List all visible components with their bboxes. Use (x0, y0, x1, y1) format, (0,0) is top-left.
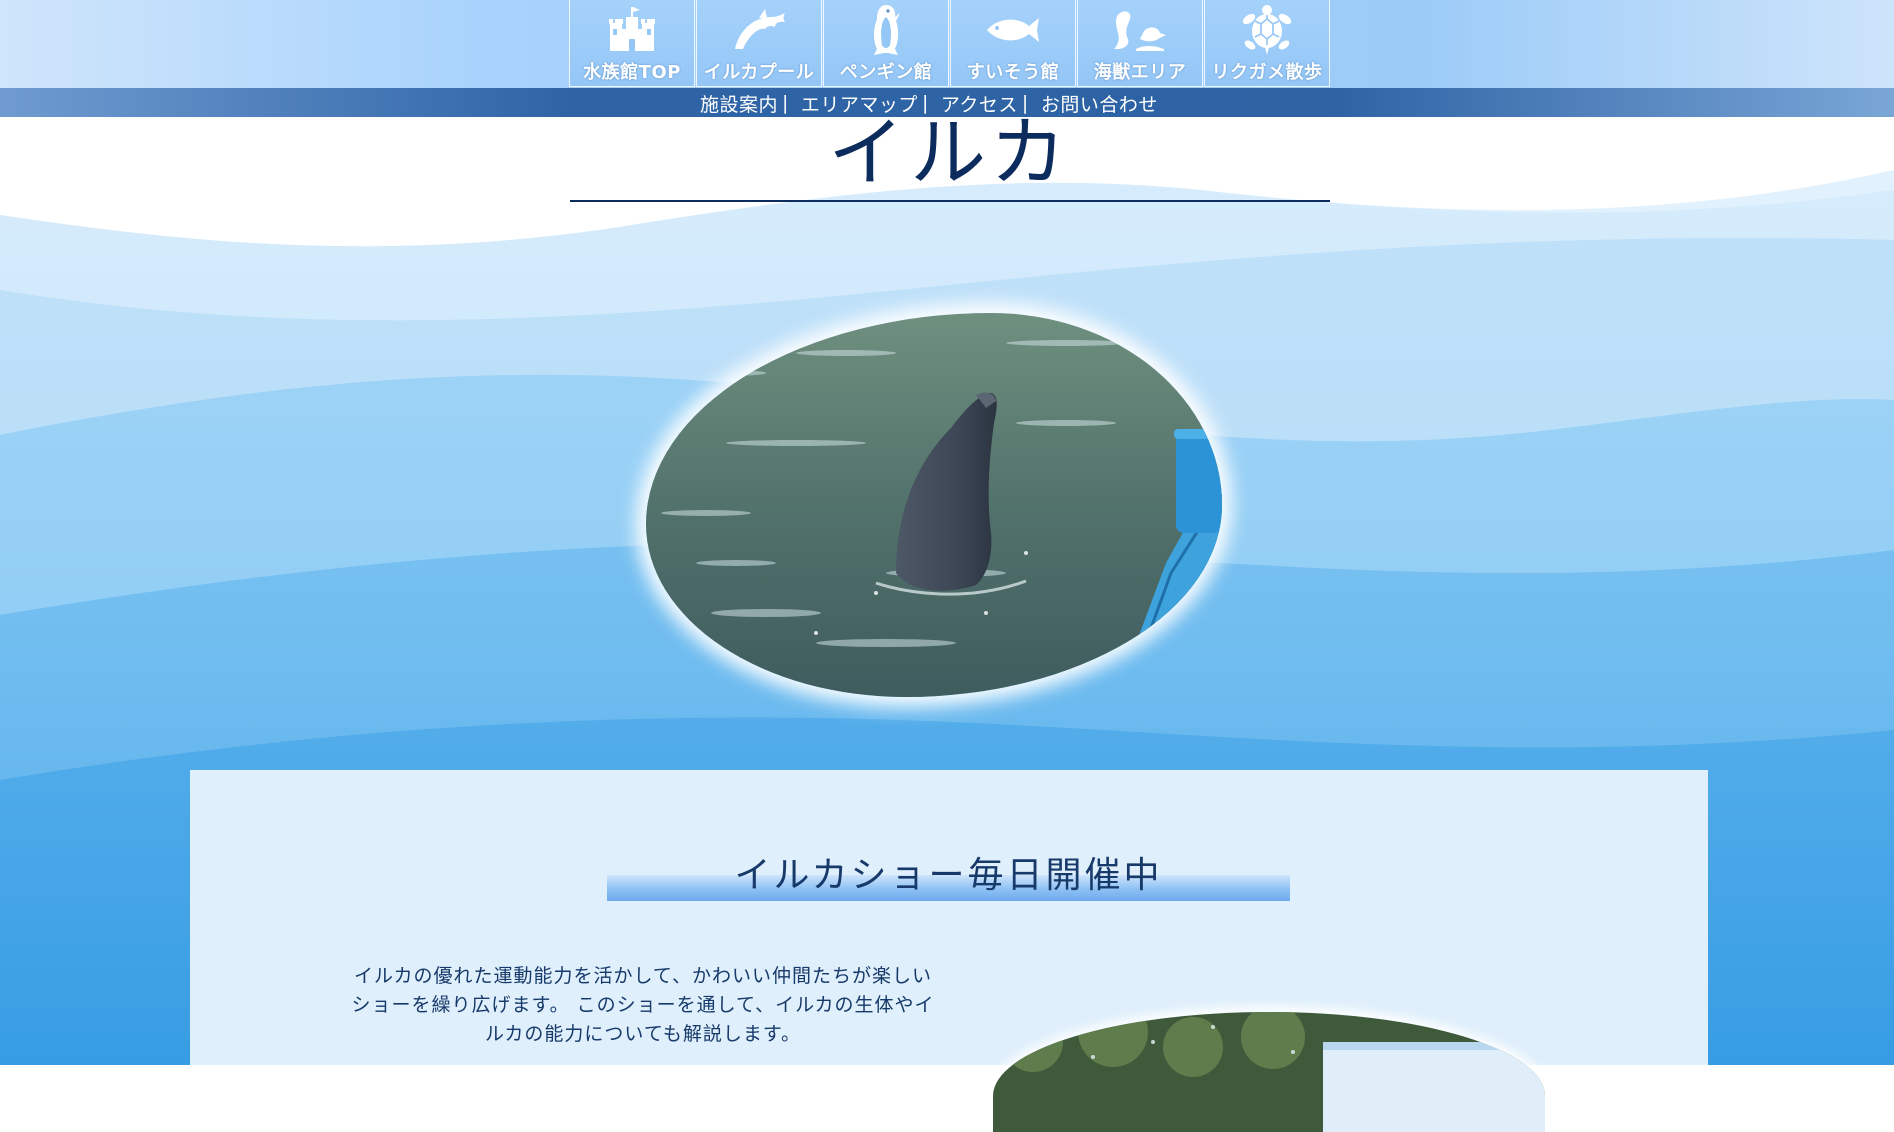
nav-label: イルカプール (703, 62, 815, 83)
nav-label: ペンギン館 (839, 62, 933, 83)
page-title: イルカ (828, 108, 1072, 197)
nav-item-tortoise-walk[interactable]: リクガメ散歩 (1204, 0, 1330, 87)
section-heading: イルカショー毎日開催中 (734, 855, 1163, 896)
nav-item-marine-mammal-area[interactable]: 海獣エリア (1077, 0, 1203, 87)
nav-label: すいそう館 (966, 62, 1060, 83)
fish-icon (983, 0, 1043, 58)
nav-label: リクガメ散歩 (1211, 62, 1323, 83)
nav-item-dolphin-pool[interactable]: イルカプール (696, 0, 822, 87)
penguin-icon (866, 0, 906, 58)
dolphin-icon (729, 0, 789, 58)
section-description: イルカの優れた運動能力を活かして、かわいい仲間たちが楽しいショーを繰り広げます。… (351, 965, 935, 1045)
nav-item-aquarium-tank-hall[interactable]: すいそう館 (950, 0, 1076, 87)
icon-navigation: 水族館TOP イルカプール ペンギン館 すいそう館 海獣エリア リクガメ散歩 (569, 0, 1331, 88)
castle-icon (604, 0, 660, 58)
title-divider (570, 200, 1330, 202)
nav-item-penguin-hall[interactable]: ペンギン館 (823, 0, 949, 87)
nav-item-aquarium-top[interactable]: 水族館TOP (569, 0, 695, 87)
turtle-icon (1239, 0, 1295, 58)
nav-label: 海獣エリア (1093, 62, 1187, 83)
nav-label: 水族館TOP (583, 62, 681, 83)
sea-lion-icon (1110, 0, 1170, 58)
